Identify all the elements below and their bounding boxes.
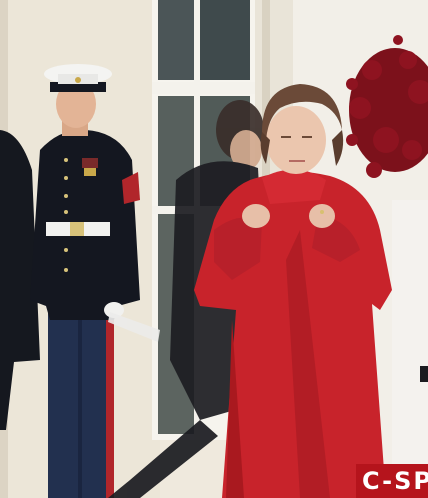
- porch-pillar: [392, 200, 428, 498]
- watermark-logo: C-SP: [356, 464, 428, 498]
- photo-frame: C-SP: [0, 0, 428, 498]
- pillar-detail: [420, 366, 428, 382]
- photograph: [0, 0, 428, 498]
